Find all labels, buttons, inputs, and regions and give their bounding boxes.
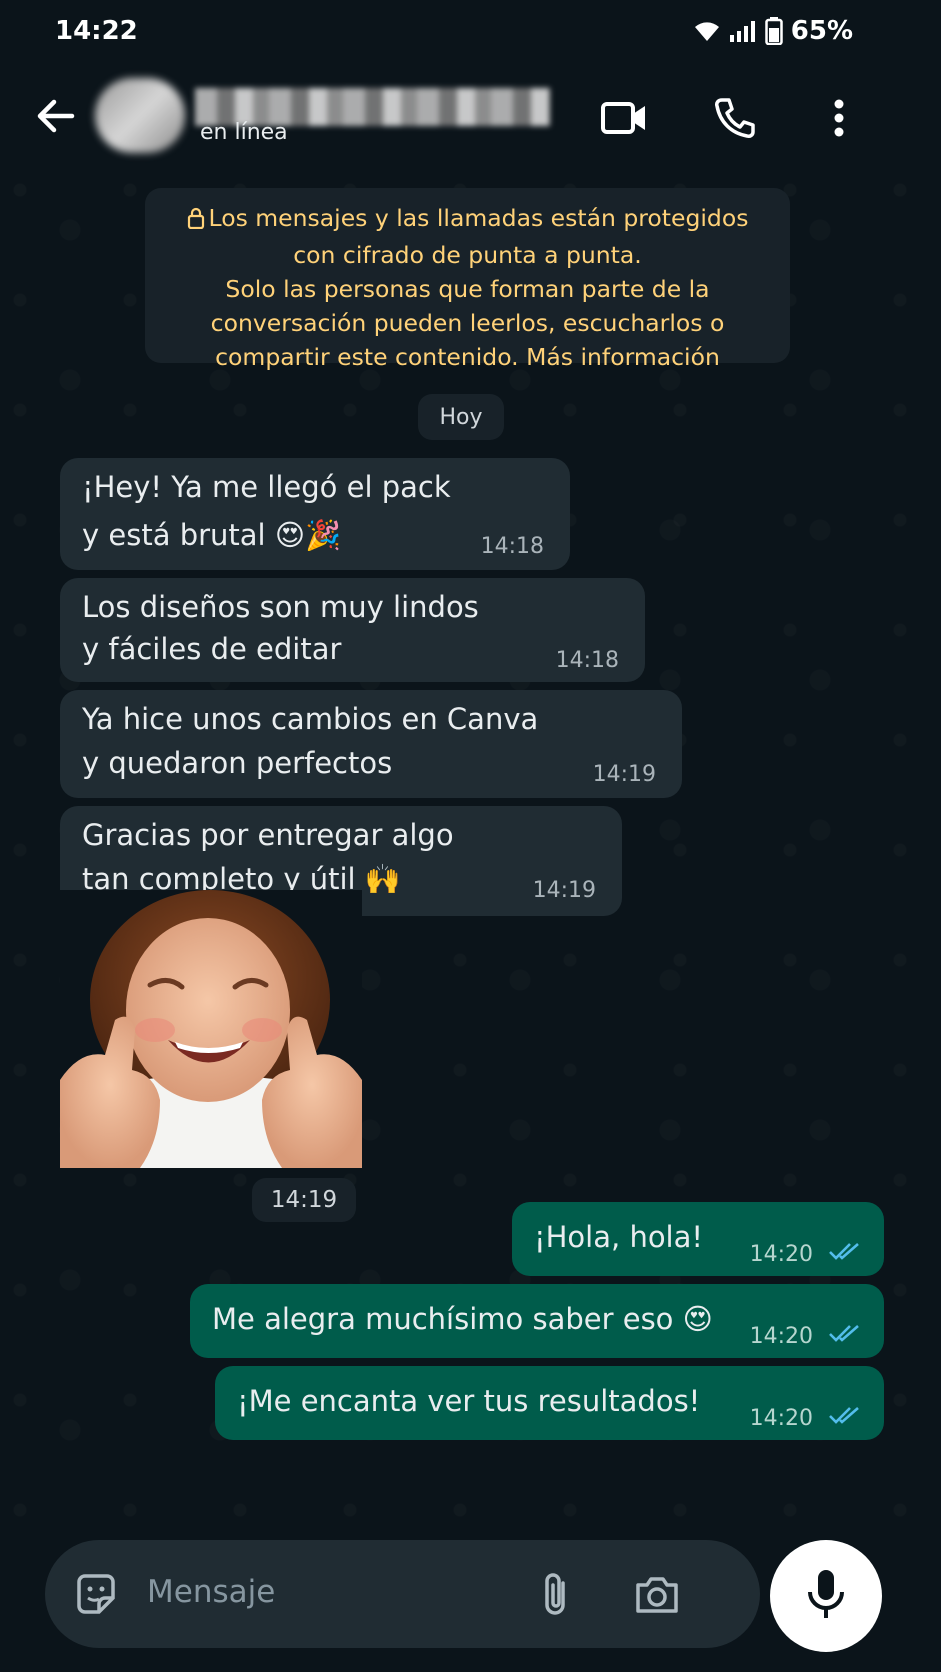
message-text: y quedaron perfectos <box>82 746 393 780</box>
signal-icon <box>729 19 757 43</box>
video-call-icon[interactable] <box>596 90 652 146</box>
message-text: y está brutal 😍🎉 <box>82 518 342 552</box>
microphone-icon <box>806 1568 846 1624</box>
notice-line: compartir este contenido. Más informació… <box>215 343 720 371</box>
mic-button[interactable] <box>770 1540 882 1652</box>
wifi-icon <box>693 19 721 43</box>
message-time: 14:19 <box>592 762 656 787</box>
back-arrow-icon[interactable] <box>30 90 82 142</box>
lock-icon <box>187 204 205 238</box>
encryption-notice[interactable]: Los mensajes y las llamadas están proteg… <box>145 188 790 371</box>
message-bubble-outgoing[interactable]: Me alegra muchísimo saber eso 😍 14:20 <box>190 1284 884 1358</box>
message-bubble-outgoing[interactable]: ¡Hola, hola! 14:20 <box>512 1202 884 1276</box>
message-bubble-incoming[interactable]: ¡Hey! Ya me llegó el pack y está brutal … <box>60 458 570 570</box>
message-bubble-incoming[interactable]: Ya hice unos cambios en Canva y quedaron… <box>60 690 682 798</box>
message-text: Me alegra muchísimo saber eso 😍 <box>212 1302 713 1336</box>
attach-clip-icon[interactable] <box>529 1568 583 1622</box>
contact-status: en línea <box>200 120 288 145</box>
status-bar: 14:22 65% <box>0 0 941 70</box>
message-time: 14:20 <box>749 1406 813 1431</box>
contact-avatar[interactable] <box>95 78 185 153</box>
sticker-thumbs-up-child[interactable] <box>60 890 362 1168</box>
camera-icon[interactable] <box>630 1568 684 1622</box>
message-time: 14:18 <box>480 534 544 559</box>
message-text: ¡Me encanta ver tus resultados! <box>237 1384 701 1418</box>
message-time: 14:20 <box>749 1242 813 1267</box>
message-bubble-outgoing[interactable]: ¡Me encanta ver tus resultados! 14:20 <box>215 1366 884 1440</box>
message-text: Ya hice unos cambios en Canva <box>82 702 539 736</box>
notice-line: conversación pueden leerlos, escucharlos… <box>210 309 725 337</box>
message-meta: 14:20 <box>750 1316 864 1358</box>
message-text: ¡Hola, hola! <box>534 1220 704 1254</box>
notice-line: con cifrado de punta a punta. <box>293 241 642 269</box>
message-time: 14:19 <box>252 1178 356 1222</box>
message-text: Los diseños son muy lindos <box>82 590 479 624</box>
message-time: 14:19 <box>532 878 596 903</box>
more-vert-icon[interactable] <box>811 90 867 146</box>
status-icons: 65% <box>693 16 853 46</box>
phone-icon[interactable] <box>707 90 763 146</box>
double-check-read-icon <box>828 1234 864 1276</box>
message-time: 14:20 <box>749 1324 813 1349</box>
chat-header: en línea <box>0 70 941 170</box>
message-text: ¡Hey! Ya me llegó el pack <box>82 470 451 504</box>
double-check-read-icon <box>828 1398 864 1440</box>
message-time: 14:18 <box>555 648 619 673</box>
message-text: Gracias por entregar algo <box>82 818 454 852</box>
sticker-icon[interactable] <box>69 1568 123 1622</box>
notice-line: Los mensajes y las llamadas están proteg… <box>208 204 749 232</box>
battery-level: 65% <box>790 16 853 46</box>
message-composer[interactable]: Mensaje <box>45 1540 760 1648</box>
battery-icon <box>765 17 783 45</box>
double-check-read-icon <box>828 1316 864 1358</box>
chat-area[interactable]: Los mensajes y las llamadas están proteg… <box>0 170 941 1540</box>
date-chip: Hoy <box>418 394 504 440</box>
message-meta: 14:20 <box>750 1234 864 1276</box>
message-text: y fáciles de editar <box>82 632 342 666</box>
message-input[interactable]: Mensaje <box>147 1574 275 1610</box>
notice-line: Solo las personas que forman parte de la <box>225 275 710 303</box>
clock: 14:22 <box>55 16 138 46</box>
message-bubble-incoming[interactable]: Los diseños son muy lindos y fáciles de … <box>60 578 645 682</box>
message-meta: 14:20 <box>750 1398 864 1440</box>
